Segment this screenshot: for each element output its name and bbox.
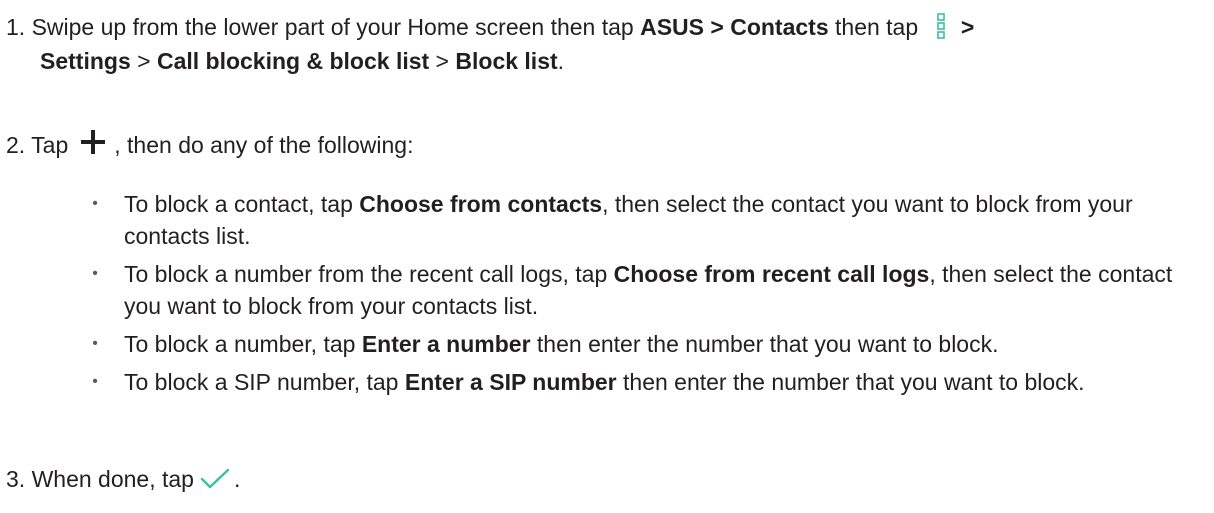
step-1-continuation: Settings > Call blocking & block list > … <box>6 44 1196 78</box>
checkmark-icon <box>200 468 230 489</box>
list-item-text: To block a number, tap <box>124 331 362 357</box>
list-item-action: Enter a number <box>361 331 531 357</box>
bullet-icon: • <box>92 335 98 352</box>
step-text: , then do any of the following: <box>114 132 414 158</box>
step-text: then tap <box>828 14 925 40</box>
step-text: Swipe up from the lower part of your Hom… <box>31 14 641 40</box>
step-number: 3. <box>6 466 26 492</box>
list-item-text: To block a number from the recent call l… <box>124 261 614 287</box>
list-item-text: To block a contact, tap <box>124 191 360 217</box>
add-icon <box>81 129 106 154</box>
separator: > <box>130 48 157 74</box>
list-item-action: Choose from contacts <box>359 191 603 217</box>
list-item: • To block a number, tap Enter a number … <box>88 328 1198 360</box>
asus-contacts-label: ASUS > Contacts <box>640 14 829 40</box>
settings-label: Settings <box>40 48 131 74</box>
separator: > <box>429 48 456 74</box>
step-text: . <box>233 466 241 492</box>
list-item-text: then enter the number that you want to b… <box>616 369 1085 395</box>
step-1: 1. Swipe up from the lower part of your … <box>6 10 1196 78</box>
list-item-text: then enter the number that you want to b… <box>530 331 999 357</box>
block-options-list: • To block a contact, tap Choose from co… <box>88 188 1198 404</box>
block-list-label: Block list <box>455 48 558 74</box>
bullet-icon: • <box>92 265 98 282</box>
list-item: • To block a SIP number, tap Enter a SIP… <box>88 366 1198 398</box>
menu-separator: > <box>954 14 975 40</box>
step-3: 3. When done, tap . <box>6 462 1196 496</box>
step-number: 1. <box>6 14 26 40</box>
more-vert-icon <box>936 13 945 39</box>
step-2: 2. Tap , then do any of the following: <box>6 128 1196 162</box>
list-item-action: Choose from recent call logs <box>613 261 930 287</box>
list-item: • To block a number from the recent call… <box>88 258 1198 322</box>
bullet-icon: • <box>92 373 98 390</box>
call-blocking-label: Call blocking & block list <box>156 48 430 74</box>
step-text: Tap <box>31 132 69 158</box>
step-text: When done, tap <box>31 466 194 492</box>
instructions-document: 1. Swipe up from the lower part of your … <box>0 0 1214 513</box>
bullet-icon: • <box>92 195 98 212</box>
list-item: • To block a contact, tap Choose from co… <box>88 188 1198 252</box>
step-number: 2. <box>6 132 26 158</box>
period: . <box>557 48 565 74</box>
list-item-action: Enter a SIP number <box>404 369 617 395</box>
list-item-text: To block a SIP number, tap <box>124 369 405 395</box>
